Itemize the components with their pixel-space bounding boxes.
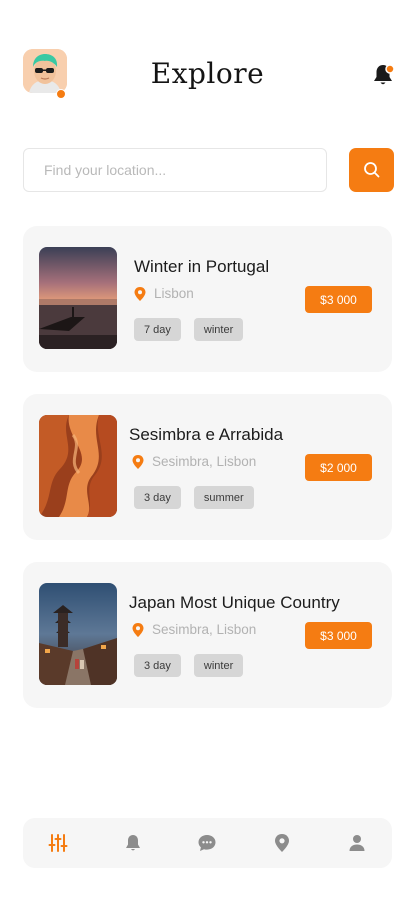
trip-thumbnail <box>39 583 117 685</box>
trip-season-tag: winter <box>193 654 244 677</box>
sliders-icon <box>48 834 68 852</box>
trip-location: Lisbon <box>134 286 194 301</box>
trip-card[interactable]: Sesimbra e Arrabida Sesimbra, Lisbon 3 d… <box>23 394 392 540</box>
trip-location-label: Sesimbra, Lisbon <box>152 454 257 469</box>
nav-messages[interactable] <box>194 830 220 856</box>
trip-location: Sesimbra, Lisbon <box>132 454 256 469</box>
canyon-rock-photo <box>39 415 117 517</box>
location-pin-icon <box>132 622 144 637</box>
trip-thumbnail <box>39 247 117 349</box>
trip-card[interactable]: Winter in Portugal Lisbon 7 day winter $… <box>23 226 392 372</box>
trip-title: Winter in Portugal <box>134 257 270 276</box>
nav-notifications[interactable] <box>120 830 146 856</box>
trip-price-button[interactable]: $2 000 <box>305 454 372 481</box>
trip-tags: 7 day winter <box>134 318 244 341</box>
search-bar <box>23 148 394 192</box>
trip-card[interactable]: Japan Most Unique Country Sesimbra, Lisb… <box>23 562 392 708</box>
trip-duration-tag: 7 day <box>134 318 181 341</box>
trip-location-label: Lisbon <box>154 286 194 301</box>
trip-tags: 3 day winter <box>134 654 244 677</box>
bottom-navigation <box>23 818 392 868</box>
trip-location-label: Sesimbra, Lisbon <box>152 622 257 637</box>
chat-icon <box>198 835 216 851</box>
trip-title: Japan Most Unique Country <box>129 593 340 612</box>
trip-duration-tag: 3 day <box>134 654 181 677</box>
location-pin-icon <box>132 454 144 469</box>
trip-season-tag: winter <box>193 318 244 341</box>
trip-tags: 3 day summer <box>134 486 254 509</box>
nav-profile[interactable] <box>344 830 370 856</box>
search-button[interactable] <box>349 148 394 192</box>
notification-bell-icon[interactable] <box>370 62 396 88</box>
trip-season-tag: summer <box>193 486 254 509</box>
trip-price-button[interactable]: $3 000 <box>305 622 372 649</box>
trip-thumbnail <box>39 415 117 517</box>
trip-location: Sesimbra, Lisbon <box>132 622 256 637</box>
trip-title: Sesimbra e Arrabida <box>129 425 284 444</box>
user-icon <box>349 835 365 851</box>
trip-price-button[interactable]: $3 000 <box>305 286 372 313</box>
search-input[interactable] <box>23 148 327 192</box>
notification-dot <box>385 64 395 74</box>
map-pin-icon <box>275 834 289 852</box>
nav-map[interactable] <box>269 830 295 856</box>
trip-duration-tag: 3 day <box>134 486 181 509</box>
search-icon <box>363 162 379 178</box>
avatar-status-dot <box>56 89 66 99</box>
nav-filters[interactable] <box>45 830 71 856</box>
sunset-boat-photo <box>39 247 117 349</box>
header: Explore <box>0 0 415 130</box>
location-pin-icon <box>134 286 146 301</box>
page-title: Explore <box>150 57 265 90</box>
pagoda-street-photo <box>39 583 117 685</box>
bell-icon <box>126 835 140 851</box>
